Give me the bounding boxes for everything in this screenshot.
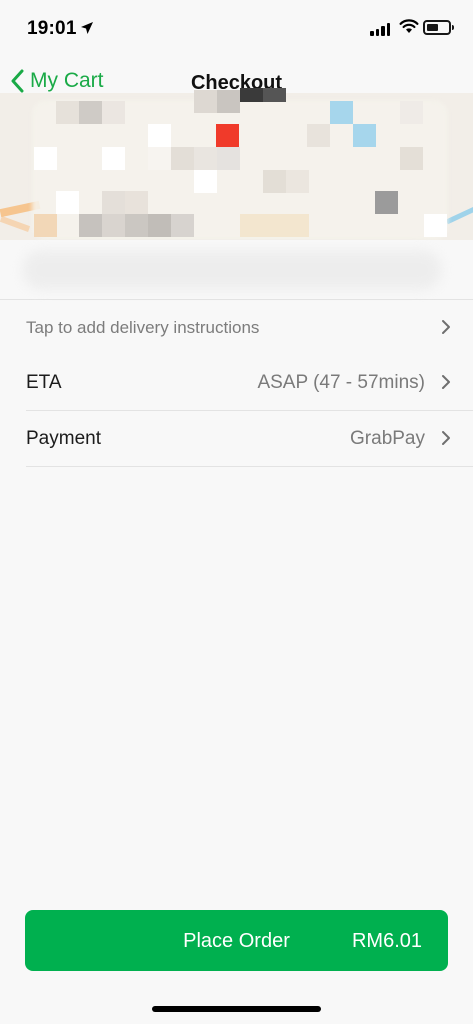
eta-row[interactable]: ETA ASAP (47 - 57mins) (0, 355, 473, 411)
status-bar: 19:01 (0, 0, 473, 58)
divider (26, 466, 473, 467)
eta-label: ETA (26, 372, 62, 393)
home-indicator[interactable] (152, 1006, 321, 1012)
order-total-price: RM6.01 (351, 930, 422, 952)
chevron-right-icon (442, 431, 450, 445)
delivery-instructions-row[interactable]: Tap to add delivery instructions (0, 300, 473, 356)
place-order-button[interactable]: Place Order RM6.01 (25, 910, 448, 971)
address-blur (22, 250, 442, 290)
chevron-right-icon (442, 375, 450, 389)
location-arrow-icon (81, 22, 93, 34)
signal-icon (370, 22, 390, 36)
status-time: 19:01 (27, 18, 77, 39)
chevron-right-icon (442, 320, 450, 334)
battery-icon (423, 20, 454, 35)
wifi-icon (399, 19, 419, 33)
payment-row[interactable]: Payment GrabPay (0, 411, 473, 467)
delivery-instructions-label: Tap to add delivery instructions (26, 318, 260, 337)
payment-value: GrabPay (350, 428, 425, 449)
delivery-address-row[interactable] (0, 240, 473, 300)
payment-label: Payment (26, 428, 101, 449)
eta-value: ASAP (47 - 57mins) (257, 372, 425, 393)
checkout-screen: 19:01 My Cart Checkout Tap to add delive… (0, 0, 473, 1024)
